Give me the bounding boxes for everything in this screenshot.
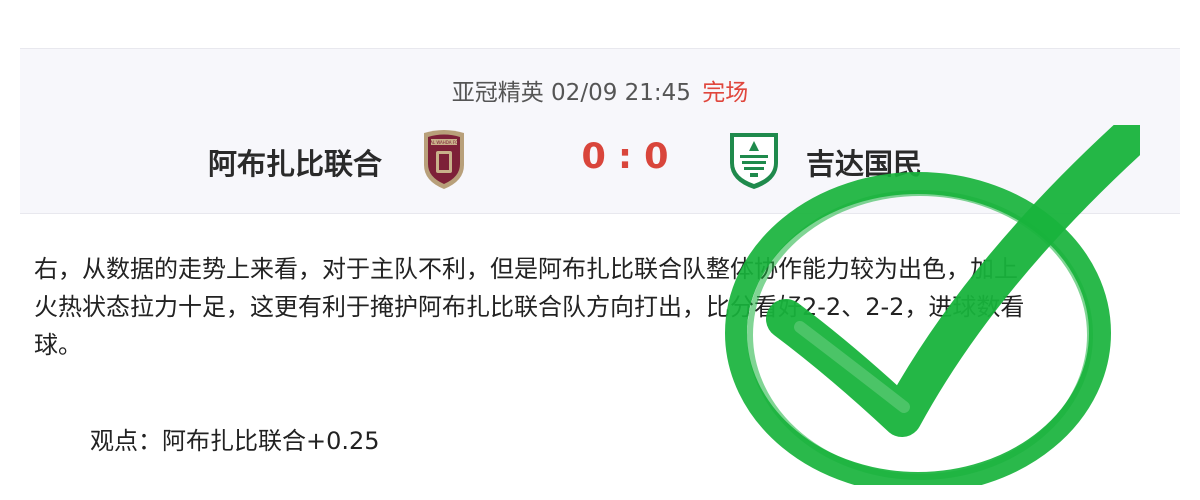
match-meta: 亚冠精英 02/09 21:45 完场 [20, 73, 1180, 107]
home-team-name[interactable]: 阿布扎比联合 [208, 141, 382, 183]
match-datetime: 02/09 21:45 [551, 80, 691, 106]
match-score: 0 : 0 [581, 137, 669, 177]
svg-text:AL WAHDA FC: AL WAHDA FC [430, 140, 458, 145]
match-status: 完场 [702, 80, 749, 106]
viewpoint-text: 观点：阿布扎比联合+0.25 [90, 427, 380, 455]
home-team-badge-icon: AL WAHDA FC [418, 127, 470, 195]
league-name: 亚冠精英 [451, 80, 544, 106]
check-stamp-icon [700, 119, 1148, 494]
